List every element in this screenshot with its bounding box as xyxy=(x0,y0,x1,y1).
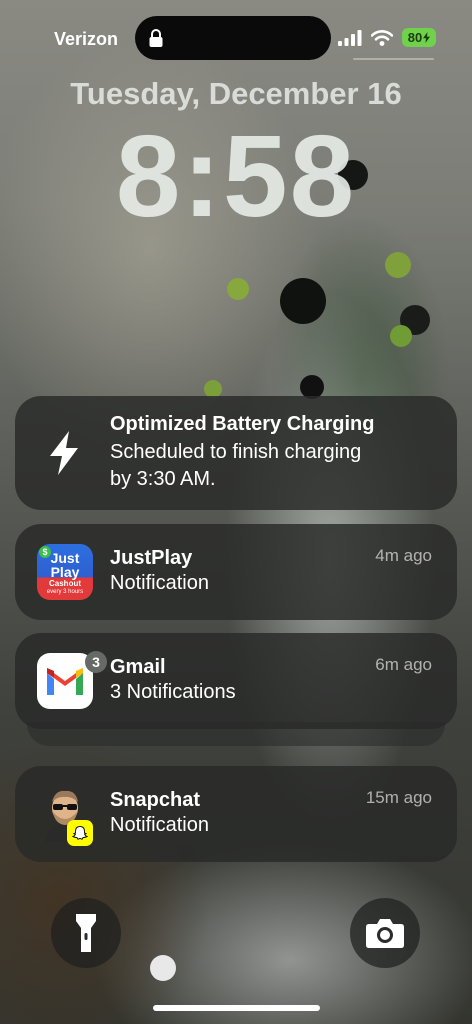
notification-body: Notification xyxy=(110,814,209,836)
notification-body: Notification xyxy=(110,572,209,594)
notification-time-ago: 4m ago xyxy=(375,546,432,565)
notification-snapchat[interactable]: Snapchat Notification 15m ago xyxy=(15,766,457,862)
flashlight-icon xyxy=(76,914,96,952)
lightning-bolt-icon xyxy=(50,431,78,475)
camera-icon xyxy=(366,919,404,948)
dynamic-island xyxy=(135,16,331,60)
notification-justplay[interactable]: $ Just Play Cashout every 3 hours JustPl… xyxy=(15,524,457,620)
charging-bolt-icon xyxy=(423,32,431,43)
wifi-icon xyxy=(371,29,393,46)
notification-gmail[interactable]: 3 Gmail 3 Notifications 6m ago xyxy=(15,633,457,729)
camera-button[interactable] xyxy=(350,898,420,968)
notification-app-name: JustPlay xyxy=(110,547,193,569)
battery-level: 80 xyxy=(407,30,423,45)
lock-screen-time: 8:58 xyxy=(115,111,357,241)
notification-app-name: Snapchat xyxy=(110,789,201,811)
snapchat-ghost-icon xyxy=(67,820,93,846)
notification-body-line1: Scheduled to finish charging xyxy=(110,441,362,463)
battery-indicator: 80 xyxy=(402,28,436,47)
gmail-badge-count: 3 xyxy=(85,651,107,673)
notification-time-ago: 6m ago xyxy=(375,655,432,674)
notification-body: 3 Notifications xyxy=(110,681,236,703)
notification-time-ago: 15m ago xyxy=(365,788,432,807)
justplay-icon-text: every 3 hours xyxy=(46,589,84,595)
cellular-signal-icon xyxy=(338,29,362,46)
snapchat-bitmoji-icon xyxy=(37,784,97,846)
justplay-icon-text: Just xyxy=(50,550,80,566)
justplay-icon-text: Cashout xyxy=(49,579,81,588)
home-indicator[interactable] xyxy=(153,1005,320,1011)
ghost-icon xyxy=(72,825,88,840)
carrier-name: Verizon xyxy=(54,29,119,49)
lock-icon xyxy=(149,29,163,47)
status-bar-underline xyxy=(353,58,434,60)
lock-screen-date: Tuesday, December 16 xyxy=(70,76,402,111)
justplay-icon-text: Play xyxy=(50,564,80,580)
status-icons: 80 xyxy=(338,28,436,47)
notification-battery-charging[interactable]: Optimized Battery Charging Scheduled to … xyxy=(15,396,457,510)
notification-title: Optimized Battery Charging xyxy=(110,413,375,435)
flashlight-button[interactable] xyxy=(51,898,121,968)
notification-body-line2: by 3:30 AM. xyxy=(110,468,216,490)
justplay-app-icon: $ Just Play Cashout every 3 hours xyxy=(37,544,93,600)
notification-app-name: Gmail xyxy=(110,656,166,678)
